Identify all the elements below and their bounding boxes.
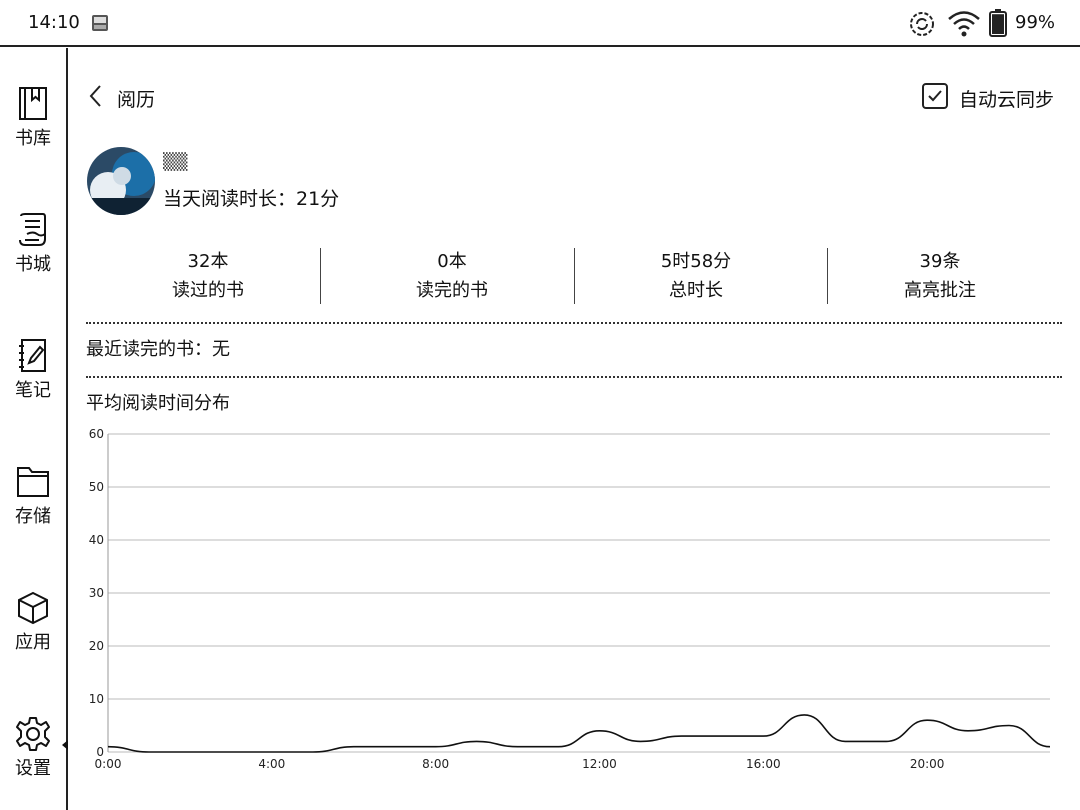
folder-icon [17, 467, 49, 497]
sidebar-item-label: 设置 [15, 758, 51, 779]
cube-icon [18, 591, 48, 625]
stat-divider [320, 248, 321, 304]
battery-percentage: 99% [1015, 12, 1056, 33]
stat-label: 总时长 [669, 280, 723, 301]
status-time: 14:10 [28, 12, 80, 33]
battery-icon [989, 9, 1007, 37]
avatar[interactable] [86, 146, 156, 216]
auto-sync-label: 自动云同步 [959, 89, 1055, 111]
stat-highlights[interactable]: 39条 高亮批注 [818, 248, 1062, 306]
today-reading-time: 当天阅读时长：21分 [163, 188, 340, 210]
sidebar-item-apps[interactable]: 应用 [0, 590, 66, 654]
sidebar-item-bookstore[interactable]: 书城 [0, 212, 66, 276]
user-name: ▒▒ [163, 152, 188, 171]
bookshelf-icon [19, 87, 47, 120]
reading-stats: 32本 读过的书 0本 读完的书 5时58分 总时长 39条 高亮批注 [86, 248, 1062, 304]
stat-value: 32本 [187, 251, 229, 272]
sidebar-item-settings[interactable]: 设置 [0, 716, 66, 780]
main-content: 阅历 自动云同步 ▒▒ 当天阅读时长：21分 32本 读过的书 0本 读完的书 [70, 48, 1080, 810]
bookstore-icon [19, 213, 46, 246]
chart-title: 平均阅读时间分布 [86, 393, 230, 414]
stat-label: 高亮批注 [904, 280, 976, 301]
sync-status-icon[interactable] [908, 10, 936, 38]
stat-value: 39条 [919, 251, 961, 272]
sidebar-item-label: 书库 [15, 128, 51, 149]
page-title: 阅历 [117, 89, 156, 111]
sidebar-item-label: 应用 [15, 632, 51, 653]
wifi-icon[interactable] [947, 9, 981, 39]
stat-label: 读完的书 [416, 280, 488, 301]
notebook-icon [19, 339, 46, 372]
section-divider [86, 322, 1062, 324]
recent-finished-book: 最近读完的书：无 [86, 339, 230, 360]
stat-books-read[interactable]: 32本 读过的书 [86, 248, 330, 306]
stat-value: 0本 [437, 251, 467, 272]
check-icon [928, 90, 942, 102]
selected-indicator [62, 740, 68, 750]
sidebar-item-library[interactable]: 书库 [0, 86, 66, 150]
gear-icon [16, 717, 50, 751]
sidebar-item-label: 存储 [15, 506, 51, 527]
stat-label: 读过的书 [172, 280, 244, 301]
sidebar: 书库 书城 笔记 存储 应用 设置 [0, 48, 68, 810]
stat-value: 5时58分 [660, 251, 732, 272]
sidebar-item-storage[interactable]: 存储 [0, 464, 66, 528]
section-divider [86, 376, 1062, 378]
back-button[interactable] [85, 83, 109, 109]
status-bar: 14:10 99% [0, 0, 1080, 47]
sidebar-item-label: 笔记 [15, 380, 51, 401]
sidebar-item-label: 书城 [15, 254, 51, 275]
note-app-icon [92, 15, 108, 31]
sidebar-item-notes[interactable]: 笔记 [0, 338, 66, 402]
stat-books-finished[interactable]: 0本 读完的书 [330, 248, 574, 306]
auto-sync-checkbox[interactable] [922, 83, 948, 109]
stat-total-time[interactable]: 5时58分 总时长 [574, 248, 818, 306]
